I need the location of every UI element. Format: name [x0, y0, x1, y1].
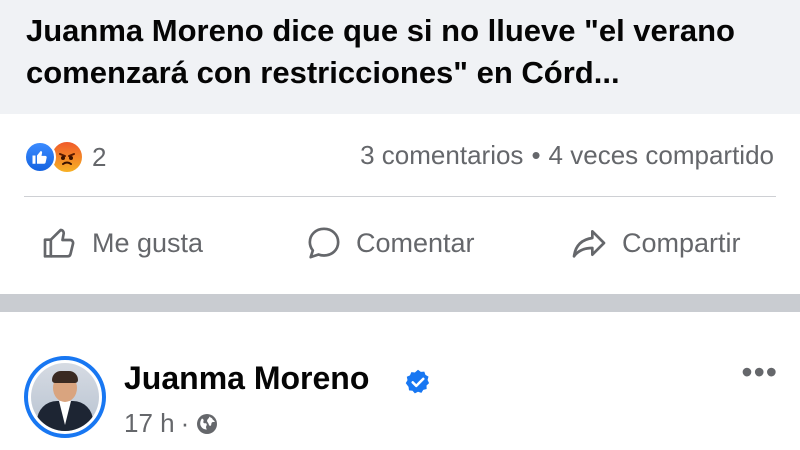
verified-badge-icon	[405, 369, 430, 394]
post-actions-bar: Me gusta Comentar Compartir	[0, 197, 800, 293]
reaction-count: 2	[92, 141, 107, 172]
comments-count-link[interactable]: 3 comentarios	[360, 140, 523, 171]
comment-button-label: Comentar	[356, 227, 475, 258]
facebook-post-screen: Juanma Moreno dice que si no llueve "el …	[0, 0, 800, 450]
author-avatar[interactable]	[24, 356, 106, 438]
engagement-counts: 3 comentarios • 4 veces compartido	[360, 140, 774, 171]
stats-separator: •	[531, 140, 541, 170]
feed-separator	[0, 294, 800, 312]
like-button-label: Me gusta	[92, 227, 204, 258]
shares-count-link[interactable]: 4 veces compartido	[549, 140, 774, 171]
like-button[interactable]: Me gusta	[40, 223, 203, 263]
globe-icon	[197, 413, 218, 434]
post-more-options-button[interactable]: •••	[741, 356, 778, 388]
link-preview-title[interactable]: Juanma Moreno dice que si no llueve "el …	[26, 10, 774, 94]
like-reaction-icon	[24, 141, 56, 173]
reactions-summary[interactable]: 2	[24, 140, 106, 174]
share-arrow-icon	[572, 230, 606, 258]
link-preview[interactable]: Juanma Moreno dice que si no llueve "el …	[0, 0, 800, 114]
meta-separator: ·	[180, 408, 190, 438]
thumbs-up-icon	[43, 228, 75, 258]
post-meta: 17 h ·	[124, 408, 219, 439]
speech-bubble-icon	[308, 227, 340, 259]
post-timestamp[interactable]: 17 h	[124, 408, 175, 439]
share-button[interactable]: Compartir	[568, 223, 741, 263]
post-header: Juanma Moreno 17 h · •••	[0, 312, 800, 450]
author-name[interactable]: Juanma Moreno	[124, 360, 369, 397]
avatar-photo	[31, 363, 99, 431]
post-stats-row: 2 3 comentarios • 4 veces compartido	[0, 114, 800, 198]
comment-button[interactable]: Comentar	[304, 223, 475, 263]
share-button-label: Compartir	[622, 227, 741, 258]
